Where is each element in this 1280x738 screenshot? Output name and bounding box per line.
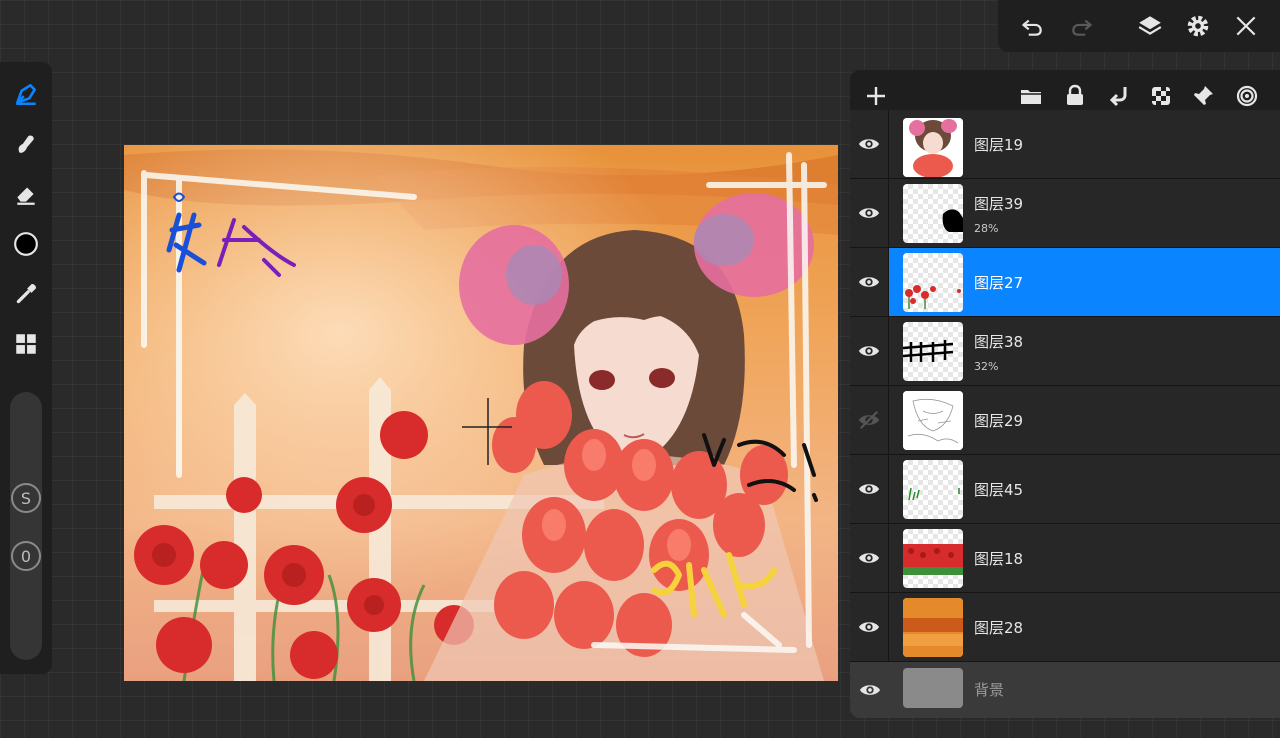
- layer-row[interactable]: 图层45: [850, 455, 1280, 524]
- layer-name: 图层19: [974, 136, 1024, 154]
- eye-icon: [858, 139, 880, 149]
- layer-name: 图层38: [974, 333, 1024, 351]
- layer-opacity: 28%: [974, 222, 999, 235]
- layer-row[interactable]: 图层28: [850, 593, 1280, 662]
- brush-size-label[interactable]: S: [11, 483, 41, 513]
- visibility-toggle[interactable]: [850, 455, 889, 523]
- layer-name: 图层39: [974, 195, 1024, 213]
- lock-icon[interactable]: [1060, 81, 1090, 111]
- layers-panel: 图层19 图层39 28% 图层27 图层38 32% 图层29 图层45 图层…: [850, 70, 1280, 718]
- eye-icon: [859, 685, 880, 695]
- layer-row-background[interactable]: 背景: [850, 662, 1280, 718]
- merge-down-icon[interactable]: [1104, 81, 1134, 111]
- layer-name: 图层18: [974, 550, 1024, 568]
- layer-row-selected[interactable]: 图层27: [850, 248, 1280, 317]
- layer-name: 图层45: [974, 481, 1024, 499]
- layer-thumbnail: [903, 118, 963, 177]
- layer-row[interactable]: 图层19: [850, 110, 1280, 179]
- redo-icon[interactable]: [1066, 10, 1098, 42]
- visibility-toggle[interactable]: [850, 593, 889, 661]
- eye-icon: [858, 208, 880, 218]
- folder-icon[interactable]: [1016, 81, 1046, 111]
- layer-thumbnail: [903, 184, 963, 243]
- layer-name: 背景: [974, 681, 1005, 699]
- layer-name: 图层27: [974, 274, 1024, 292]
- visibility-toggle[interactable]: [850, 662, 889, 718]
- layer-name: 图层28: [974, 619, 1024, 637]
- layer-name: 图层29: [974, 412, 1024, 430]
- eye-icon: [858, 277, 880, 287]
- panels-icon[interactable]: [10, 328, 42, 360]
- visibility-toggle[interactable]: [850, 110, 889, 178]
- layer-thumbnail: [903, 598, 963, 657]
- layer-row[interactable]: 图层18: [850, 524, 1280, 593]
- visibility-toggle[interactable]: [850, 317, 889, 385]
- eyedropper-icon[interactable]: [10, 278, 42, 310]
- layer-thumbnail: [903, 322, 963, 381]
- top-bar: [998, 0, 1280, 52]
- layer-thumbnail: [903, 391, 963, 450]
- color-swatch[interactable]: [10, 228, 42, 260]
- brush-icon[interactable]: [10, 78, 42, 110]
- layer-thumbnail: [903, 460, 963, 519]
- transparency-lock-icon[interactable]: [1146, 81, 1176, 111]
- brush-slider[interactable]: [10, 392, 42, 660]
- left-toolbar: S 0: [0, 62, 52, 674]
- eye-icon: [858, 622, 880, 632]
- layer-thumbnail: [903, 529, 963, 588]
- close-icon[interactable]: [1230, 10, 1262, 42]
- eye-icon: [858, 553, 880, 563]
- layer-thumbnail: [903, 668, 963, 708]
- visibility-toggle[interactable]: [850, 179, 889, 247]
- layer-row[interactable]: 图层38 32%: [850, 317, 1280, 386]
- visibility-toggle[interactable]: [850, 248, 889, 316]
- pin-icon[interactable]: [1188, 81, 1218, 111]
- undo-icon[interactable]: [1016, 10, 1048, 42]
- eye-off-icon: [858, 410, 880, 430]
- visibility-toggle[interactable]: [850, 524, 889, 592]
- brush-opacity-label[interactable]: 0: [11, 541, 41, 571]
- layer-opacity: 32%: [974, 360, 999, 373]
- layer-row[interactable]: 图层39 28%: [850, 179, 1280, 248]
- layer-effects-icon[interactable]: [1232, 81, 1262, 111]
- settings-icon[interactable]: [1182, 10, 1214, 42]
- layer-thumbnail: [903, 253, 963, 312]
- smudge-icon[interactable]: [10, 128, 42, 160]
- eye-icon: [858, 346, 880, 356]
- eraser-icon[interactable]: [10, 178, 42, 210]
- drawing-canvas[interactable]: [124, 145, 838, 681]
- layers-icon[interactable]: [1134, 10, 1166, 42]
- add-layer-icon[interactable]: [861, 81, 891, 111]
- eye-icon: [858, 484, 880, 494]
- layer-row[interactable]: 图层29: [850, 386, 1280, 455]
- visibility-toggle[interactable]: [850, 386, 889, 454]
